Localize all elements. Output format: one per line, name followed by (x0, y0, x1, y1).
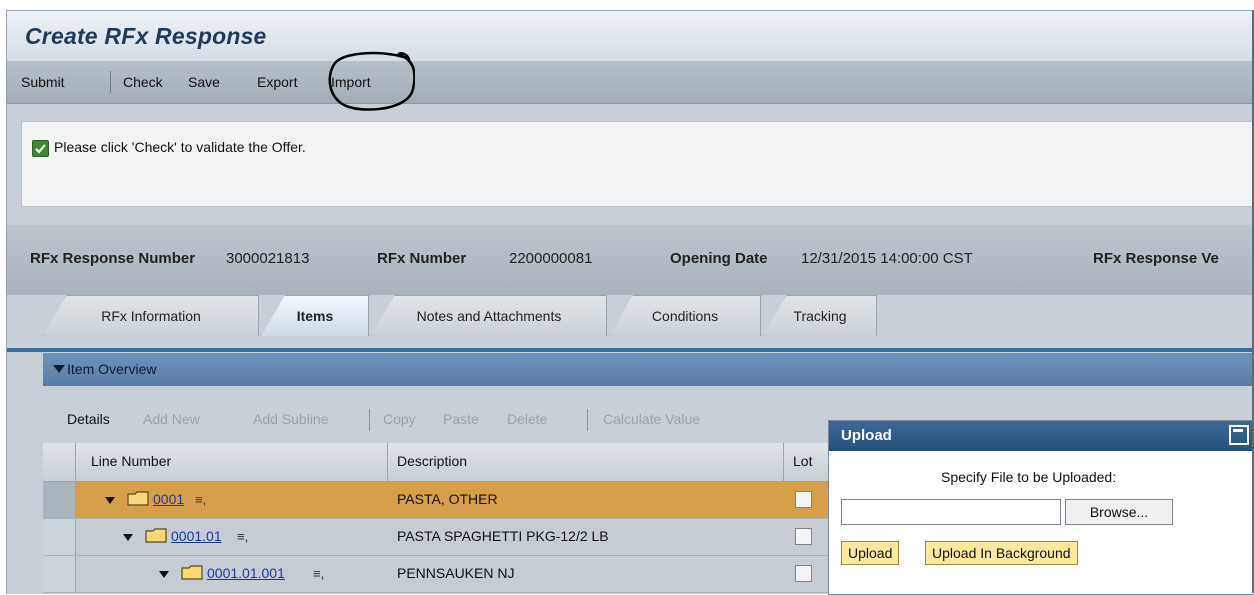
validation-message: Please click 'Check' to validate the Off… (54, 139, 306, 155)
tab-items[interactable]: Items (261, 295, 369, 336)
table-row[interactable]: 0001.01 ≡, PASTA SPAGHETTI PKG-12/2 LB (43, 519, 833, 556)
toolbar-separator (369, 409, 370, 431)
line-number-link[interactable]: 0001.01 (171, 528, 222, 544)
row-selector[interactable] (43, 519, 76, 555)
details-list-icon[interactable]: ≡, (237, 529, 248, 544)
rfx-number-value: 2200000081 (509, 250, 593, 267)
response-version-label: RFx Response Ve (1093, 250, 1219, 267)
upload-prompt: Specify File to be Uploaded: (941, 469, 1117, 485)
opening-date-label: Opening Date (670, 250, 768, 267)
save-button[interactable]: Save (188, 74, 220, 90)
collapse-triangle-icon[interactable] (53, 365, 65, 373)
item-overview-title: Item Overview (67, 361, 157, 377)
main-toolbar: Submit Check Save Export Import (7, 61, 1254, 104)
opening-date-value: 12/31/2015 14:00:00 CST (801, 250, 973, 267)
details-list-icon[interactable]: ≡, (313, 566, 324, 581)
upload-dialog-title: Upload (841, 427, 892, 444)
minimize-icon[interactable] (1229, 425, 1249, 445)
description-cell: PASTA, OTHER (397, 491, 498, 507)
lot-checkbox[interactable] (795, 528, 812, 545)
tab-conditions[interactable]: Conditions (609, 295, 761, 336)
folder-icon (181, 565, 203, 580)
line-number-link[interactable]: 0001 (153, 491, 184, 507)
lot-checkbox[interactable] (795, 565, 812, 582)
description-cell: PASTA SPAGHETTI PKG-12/2 LB (397, 528, 609, 544)
expand-arrow-icon[interactable] (123, 534, 133, 541)
tab-strip: RFx Information Items Notes and Attachme… (7, 283, 1254, 343)
row-selector[interactable] (43, 482, 76, 518)
add-subline-button[interactable]: Add Subline (253, 411, 329, 427)
tab-notes-and-attachments[interactable]: Notes and Attachments (371, 295, 607, 336)
page-title: Create RFx Response (25, 23, 267, 49)
tab-tracking[interactable]: Tracking (763, 295, 877, 336)
response-number-value: 3000021813 (226, 250, 310, 267)
success-check-icon (32, 140, 49, 157)
paste-button[interactable]: Paste (443, 411, 479, 427)
tab-underline (7, 348, 1254, 352)
submit-button[interactable]: Submit (21, 74, 65, 90)
details-button[interactable]: Details (67, 411, 110, 427)
response-number-label: RFx Response Number (30, 250, 196, 267)
file-path-input[interactable] (841, 499, 1061, 525)
table-header: Line Number Description Lot (43, 443, 833, 482)
expand-arrow-icon[interactable] (159, 571, 169, 578)
folder-icon (145, 528, 167, 543)
toolbar-separator (110, 71, 111, 93)
details-list-icon[interactable]: ≡, (195, 492, 206, 507)
description-header[interactable]: Description (397, 453, 467, 469)
toolbar-separator (587, 409, 588, 431)
table-row[interactable]: 0001 ≡, PASTA, OTHER (43, 482, 833, 519)
table-row[interactable]: 0001.01.001 ≡, PENNSAUKEN NJ (43, 556, 833, 593)
calculate-value-button[interactable]: Calculate Value (603, 411, 700, 427)
upload-button[interactable]: Upload (841, 541, 900, 565)
folder-icon (127, 491, 149, 506)
add-new-button[interactable]: Add New (143, 411, 200, 427)
lot-header[interactable]: Lot (793, 453, 812, 469)
title-bar: Create RFx Response (7, 11, 1254, 61)
line-number-header[interactable]: Line Number (91, 453, 171, 469)
import-button[interactable]: Import (331, 74, 371, 90)
check-button[interactable]: Check (123, 74, 163, 90)
tab-rfx-information[interactable]: RFx Information (43, 295, 259, 336)
browse-button[interactable]: Browse... (1065, 499, 1173, 525)
export-button[interactable]: Export (257, 74, 297, 90)
description-cell: PENNSAUKEN NJ (397, 565, 515, 581)
rfx-number-label: RFx Number (377, 250, 467, 267)
row-selector[interactable] (43, 556, 76, 592)
item-overview-panel-header[interactable]: Item Overview (43, 353, 1254, 386)
expand-arrow-icon[interactable] (105, 497, 115, 504)
upload-in-background-button[interactable]: Upload In Background (925, 541, 1078, 565)
upload-dialog: Upload Specify File to be Uploaded: Brow… (828, 420, 1254, 595)
message-area: Please click 'Check' to validate the Off… (21, 121, 1254, 207)
copy-button[interactable]: Copy (383, 411, 416, 427)
upload-dialog-header[interactable]: Upload (829, 421, 1254, 451)
lot-checkbox[interactable] (795, 491, 812, 508)
line-number-link[interactable]: 0001.01.001 (207, 565, 285, 581)
delete-button[interactable]: Delete (507, 411, 547, 427)
